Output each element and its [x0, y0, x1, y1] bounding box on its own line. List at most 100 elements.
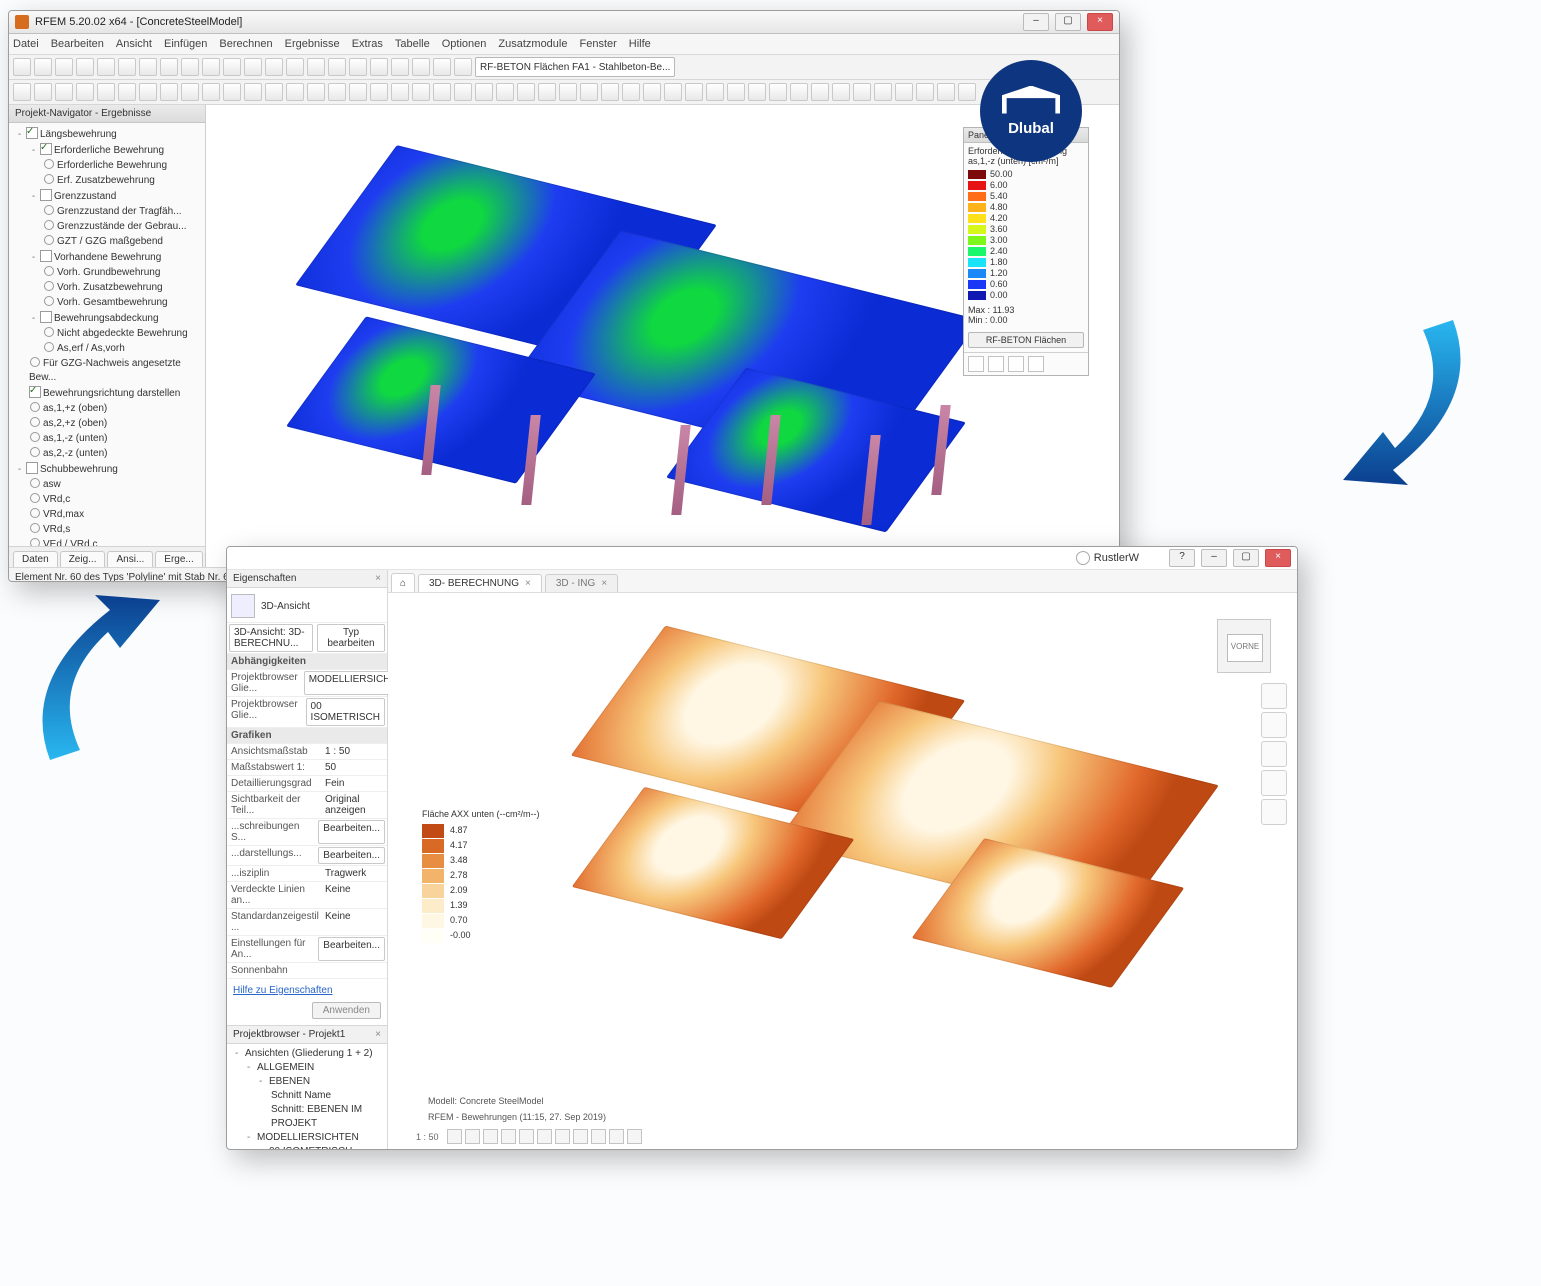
view-footer-icon[interactable] — [501, 1129, 516, 1144]
property-row[interactable]: ...isziplinTragwerk — [227, 866, 387, 882]
zoom-label[interactable]: 1 : 50 — [416, 1132, 439, 1142]
toolbar-icon[interactable] — [496, 83, 514, 101]
toolbar-icon[interactable] — [916, 83, 934, 101]
help-button[interactable]: ? — [1169, 549, 1195, 567]
toolbar-icon[interactable] — [139, 83, 157, 101]
panel-tool-icon[interactable] — [1028, 356, 1044, 372]
toolbar-dropdown[interactable]: RF-BETON Flächen FA1 - Stahlbeton-Be... — [475, 57, 675, 77]
menu-item[interactable]: Optionen — [442, 38, 487, 50]
toolbar-icon[interactable] — [307, 83, 325, 101]
tree-item[interactable]: Erforderliche Bewehrung — [11, 159, 203, 173]
toolbar-icon[interactable] — [55, 58, 73, 76]
toolbar-icon[interactable] — [832, 83, 850, 101]
toolbar-icon[interactable] — [391, 58, 409, 76]
toolbar-icon[interactable] — [454, 83, 472, 101]
view-footer-icon[interactable] — [627, 1129, 642, 1144]
view-footer-icon[interactable] — [447, 1129, 462, 1144]
account-indicator[interactable]: RustlerW — [1076, 551, 1139, 565]
navigator-tab[interactable]: Zeig... — [60, 551, 106, 567]
toolbar-icon[interactable] — [622, 83, 640, 101]
toolbar-icon[interactable] — [853, 83, 871, 101]
tree-item[interactable]: Nicht abgedeckte Bewehrung — [11, 327, 203, 341]
toolbar-icon[interactable] — [475, 83, 493, 101]
toolbar-icon[interactable] — [244, 83, 262, 101]
property-row[interactable]: Verdeckte Linien an...Keine — [227, 882, 387, 909]
edit-type-button[interactable]: Typ bearbeiten — [317, 624, 385, 652]
property-row[interactable]: Einstellungen für An...Bearbeiten... — [227, 936, 387, 963]
toolbar-icon[interactable] — [328, 58, 346, 76]
property-row[interactable]: Sichtbarkeit der Teil...Original anzeige… — [227, 792, 387, 819]
tree-item[interactable]: asw — [11, 478, 203, 492]
nav-tool-icon[interactable] — [1261, 741, 1287, 767]
toolbar-icon[interactable] — [937, 83, 955, 101]
toolbar-icon[interactable] — [517, 83, 535, 101]
toolbar-icon[interactable] — [34, 83, 52, 101]
toolbar-icon[interactable] — [601, 83, 619, 101]
navigator-tab[interactable]: Erge... — [155, 551, 202, 567]
toolbar-icon[interactable] — [265, 58, 283, 76]
results-panel[interactable]: Panel Erforderliche Bewehrung as,1,-z (u… — [963, 127, 1089, 376]
panel-tool-icon[interactable] — [988, 356, 1004, 372]
toolbar-icon[interactable] — [139, 58, 157, 76]
browser-tree-item[interactable]: -EBENEN — [229, 1075, 385, 1089]
home-tab-icon[interactable]: ⌂ — [391, 573, 415, 592]
browser-tree-item[interactable]: Schnitt: EBENEN IM PROJEKT — [229, 1103, 385, 1131]
toolbar-icon[interactable] — [55, 83, 73, 101]
toolbar-icon[interactable] — [433, 83, 451, 101]
navigator-tree[interactable]: -Längsbewehrung-Erforderliche BewehrungE… — [9, 123, 205, 546]
toolbar-icon[interactable] — [181, 83, 199, 101]
toolbar-icon[interactable] — [433, 58, 451, 76]
browser-tree-item[interactable]: -ALLGEMEIN — [229, 1061, 385, 1075]
menu-item[interactable]: Bearbeiten — [51, 38, 104, 50]
menu-item[interactable]: Tabelle — [395, 38, 430, 50]
navigator-tab[interactable]: Ansi... — [107, 551, 153, 567]
view-footer-icon[interactable] — [519, 1129, 534, 1144]
maximize-button[interactable]: ▢ — [1055, 13, 1081, 31]
nav-tool-icon[interactable] — [1261, 683, 1287, 709]
toolbar-icon[interactable] — [223, 58, 241, 76]
type-selector[interactable]: 3D-Ansicht: 3D- BERECHNU... — [229, 624, 313, 652]
view-footer-icon[interactable] — [609, 1129, 624, 1144]
toolbar-icon[interactable] — [874, 83, 892, 101]
toolbar-icon[interactable] — [895, 83, 913, 101]
toolbar-icon[interactable] — [727, 83, 745, 101]
tree-item[interactable]: -Erforderliche Bewehrung — [11, 143, 203, 158]
toolbar-icon[interactable] — [370, 83, 388, 101]
nav-tool-icon[interactable] — [1261, 799, 1287, 825]
toolbar-icon[interactable] — [748, 83, 766, 101]
toolbar-icon[interactable] — [97, 58, 115, 76]
nav-tool-icon[interactable] — [1261, 712, 1287, 738]
revit-3d-viewport[interactable]: Fläche AXX unten (--cm²/m--) 4.874.173.4… — [388, 593, 1297, 1150]
tree-item[interactable]: as,2,-z (unten) — [11, 447, 203, 461]
maximize-button[interactable]: ▢ — [1233, 549, 1259, 567]
toolbar-icon[interactable] — [160, 83, 178, 101]
view-footer-icon[interactable] — [537, 1129, 552, 1144]
view-tab[interactable]: 3D- BERECHNUNG× — [418, 574, 542, 592]
menu-item[interactable]: Ansicht — [116, 38, 152, 50]
view-footer-icon[interactable] — [555, 1129, 570, 1144]
toolbar-icon[interactable] — [958, 83, 976, 101]
toolbar-icon[interactable] — [559, 83, 577, 101]
project-browser-close-icon[interactable]: × — [375, 1029, 381, 1040]
toolbar-icon[interactable] — [412, 83, 430, 101]
toolbar-icon[interactable] — [118, 83, 136, 101]
navigator-tab[interactable]: Daten — [13, 551, 58, 567]
tree-item[interactable]: Grenzzustände der Gebrau... — [11, 220, 203, 234]
close-button[interactable]: × — [1087, 13, 1113, 31]
tree-item[interactable]: -Bewehrungsabdeckung — [11, 311, 203, 326]
menu-item[interactable]: Datei — [13, 38, 39, 50]
toolbar-icon[interactable] — [391, 83, 409, 101]
property-row[interactable]: Standardanzeigestil ...Keine — [227, 909, 387, 936]
tree-item[interactable]: -Vorhandene Bewehrung — [11, 250, 203, 265]
property-row[interactable]: Maßstabswert 1:50 — [227, 760, 387, 776]
toolbar-icon[interactable] — [349, 83, 367, 101]
property-row[interactable]: Projektbrowser Glie...MODELLIERSICHTEN — [227, 670, 387, 697]
toolbar-icon[interactable] — [265, 83, 283, 101]
toolbar-icon[interactable] — [349, 58, 367, 76]
menu-item[interactable]: Berechnen — [219, 38, 272, 50]
tree-item[interactable]: VRd,s — [11, 523, 203, 537]
panel-tool-icon[interactable] — [968, 356, 984, 372]
tree-item[interactable]: Erf. Zusatzbewehrung — [11, 174, 203, 188]
browser-tree-item[interactable]: -00 ISOMETRISCH — [229, 1145, 385, 1150]
tree-item[interactable]: Bewehrungsrichtung darstellen — [11, 386, 203, 401]
